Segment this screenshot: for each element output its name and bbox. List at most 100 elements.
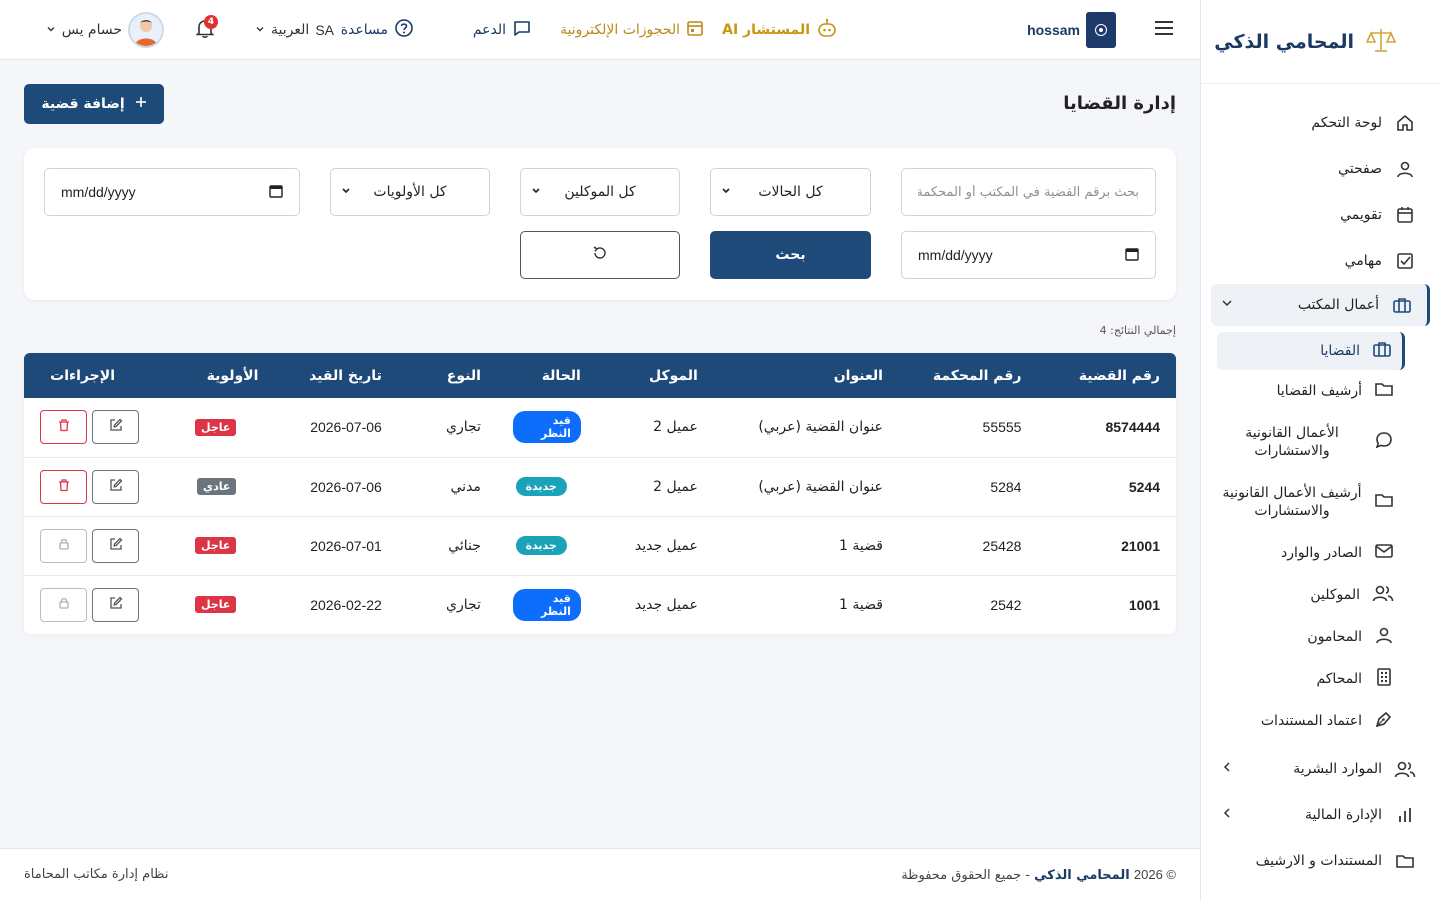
org-logo bbox=[1086, 12, 1116, 48]
sidebar-subitem-label: الموكلين bbox=[1310, 587, 1360, 603]
envelope-icon bbox=[1374, 541, 1394, 565]
sidebar-subitem-correspondence[interactable]: الصادر والوارد bbox=[1201, 532, 1440, 574]
folder-icon bbox=[1374, 379, 1394, 403]
sidebar-subitem-cases[interactable]: القضايا bbox=[1217, 332, 1405, 370]
sidebar-subitem-clients[interactable]: الموكلين bbox=[1201, 574, 1440, 616]
edit-button[interactable] bbox=[92, 469, 139, 504]
footer-system-name: نظام إدارة مكاتب المحاماة bbox=[24, 867, 169, 882]
status-select-value: كل الحالات bbox=[758, 184, 823, 200]
pen-nib-icon bbox=[1374, 709, 1394, 733]
user-icon bbox=[1394, 158, 1416, 180]
col-header-client[interactable]: الموكل bbox=[597, 353, 714, 398]
case-number[interactable]: 1001 bbox=[1037, 575, 1176, 634]
case-client: عميل جديد bbox=[634, 537, 698, 554]
edit-button[interactable] bbox=[92, 528, 139, 563]
trash-icon bbox=[57, 478, 71, 496]
sidebar-item-documents-archive[interactable]: المستندات و الارشيف bbox=[1201, 838, 1440, 884]
sidebar-subitem-courts[interactable]: المحاكم bbox=[1201, 658, 1440, 700]
sidebar-subitem-lawyers[interactable]: المحامون bbox=[1201, 616, 1440, 658]
col-header-type[interactable]: النوع bbox=[398, 353, 497, 398]
table-row[interactable]: 8574444 55555 عنوان القضية (عربي) عميل 2… bbox=[24, 398, 1176, 457]
case-number[interactable]: 21001 bbox=[1037, 516, 1176, 575]
sidebar-item-profile[interactable]: صفحتي bbox=[1201, 146, 1440, 192]
user-menu[interactable]: حسام يس bbox=[46, 0, 164, 60]
brand[interactable]: المحامي الذكي bbox=[1201, 0, 1440, 84]
folder-icon bbox=[1394, 850, 1416, 872]
status-badge: قيد النظر bbox=[512, 588, 581, 621]
sidebar-item-label: أعمال المكتب bbox=[1297, 297, 1379, 313]
date-from-input[interactable]: mm/dd/yyyy bbox=[44, 168, 300, 216]
col-header-date[interactable]: تاريخ القيد bbox=[274, 353, 397, 398]
sidebar-item-office-work[interactable]: أعمال المكتب bbox=[1211, 284, 1430, 326]
table-row[interactable]: 5244 5284 عنوان القضية (عربي) عميل 2 جدي… bbox=[24, 457, 1176, 516]
sidebar-item-label: مهامي bbox=[1344, 253, 1382, 269]
sidebar-subitem-legal-works-archive[interactable]: أرشيف الأعمال القانونية والاستشارات bbox=[1201, 472, 1440, 532]
add-case-button[interactable]: إضافة قضية bbox=[24, 84, 164, 124]
col-header-status[interactable]: الحالة bbox=[497, 353, 597, 398]
lock-icon bbox=[57, 537, 71, 555]
priority-select[interactable]: كل الأولويات bbox=[330, 168, 490, 216]
delete-button[interactable] bbox=[40, 410, 87, 445]
client-select[interactable]: كل الموكلين bbox=[520, 168, 680, 216]
chevron-left-icon bbox=[1221, 807, 1233, 823]
actions-cell bbox=[24, 457, 155, 516]
sidebar-subitem-doc-approval[interactable]: اعتماد المستندات bbox=[1201, 700, 1440, 742]
table-row[interactable]: 21001 25428 قضية 1 عميل جديد جديدة جنائي… bbox=[24, 516, 1176, 575]
ai-consultant-link[interactable]: المستشار AI bbox=[722, 0, 838, 60]
col-header-title[interactable]: العنوان bbox=[714, 353, 899, 398]
sidebar-item-finance[interactable]: الإدارة المالية bbox=[1201, 792, 1440, 838]
sidebar-subitem-label: أرشيف الأعمال القانونية والاستشارات bbox=[1222, 485, 1362, 519]
sidebar-subitem-legal-works[interactable]: الأعمال القانونية والاستشارات bbox=[1201, 412, 1440, 472]
locked-button[interactable] bbox=[40, 528, 87, 563]
actions-cell bbox=[24, 575, 155, 634]
date-to-input[interactable]: mm/dd/yyyy bbox=[901, 231, 1156, 279]
cases-table: رقم القضية رقم المحكمة العنوان الموكل ال… bbox=[24, 353, 1176, 634]
status-cell: قيد النظر bbox=[497, 575, 597, 634]
table-row[interactable]: 1001 2542 قضية 1 عميل جديد قيد النظر تجا… bbox=[24, 575, 1176, 634]
plus-icon bbox=[135, 96, 147, 112]
bookings-link[interactable]: الحجوزات الإلكترونية bbox=[560, 0, 704, 60]
search-button[interactable]: بحث bbox=[710, 231, 871, 279]
sidebar-subitem-cases-archive[interactable]: أرشيف القضايا bbox=[1201, 370, 1440, 412]
case-number[interactable]: 5244 bbox=[1037, 457, 1176, 516]
org-switcher[interactable]: hossam bbox=[1027, 0, 1116, 60]
support-label: الدعم bbox=[472, 22, 506, 38]
menu-toggle-button[interactable] bbox=[1154, 0, 1174, 60]
delete-button[interactable] bbox=[40, 469, 87, 504]
calendar-icon bbox=[1125, 247, 1139, 264]
status-cell: قيد النظر bbox=[497, 398, 597, 457]
language-selector[interactable]: SA العربية bbox=[255, 0, 334, 60]
case-client: عميل 2 bbox=[653, 478, 698, 495]
robot-icon bbox=[816, 18, 838, 42]
sidebar-subitem-label: القضايا bbox=[1320, 343, 1360, 359]
col-header-court-no[interactable]: رقم المحكمة bbox=[899, 353, 1038, 398]
footer-brand[interactable]: المحامي الذكي bbox=[1034, 868, 1130, 883]
col-header-priority[interactable]: الأولوية bbox=[155, 353, 274, 398]
support-link[interactable]: الدعم bbox=[473, 0, 532, 60]
edit-button[interactable] bbox=[92, 587, 139, 622]
actions-cell bbox=[24, 516, 155, 575]
sidebar-item-hr[interactable]: الموارد البشرية bbox=[1201, 746, 1440, 792]
status-badge: قيد النظر bbox=[512, 411, 581, 444]
sidebar-item-calendar[interactable]: تقويمي bbox=[1201, 192, 1440, 238]
notifications-button[interactable]: 4 bbox=[194, 0, 218, 60]
bar-chart-icon bbox=[1394, 804, 1416, 826]
home-icon bbox=[1394, 112, 1416, 134]
refresh-icon bbox=[592, 245, 608, 265]
locked-button[interactable] bbox=[40, 587, 87, 622]
case-number[interactable]: 8574444 bbox=[1037, 398, 1176, 457]
sidebar-item-label: تقويمي bbox=[1340, 207, 1382, 223]
col-header-case-no[interactable]: رقم القضية bbox=[1037, 353, 1176, 398]
edit-button[interactable] bbox=[92, 410, 139, 445]
search-input[interactable]: بحث برقم القضية في المكتب أو المحكمة bbox=[901, 168, 1156, 216]
sidebar-item-dashboard[interactable]: لوحة التحكم bbox=[1201, 100, 1440, 146]
reset-filters-button[interactable] bbox=[520, 231, 680, 279]
chevron-down-icon bbox=[255, 22, 265, 38]
briefcase-icon bbox=[1372, 339, 1392, 363]
sidebar-item-tasks[interactable]: مهامي bbox=[1201, 238, 1440, 284]
case-date: 2026-02-22 bbox=[310, 596, 382, 613]
status-select[interactable]: كل الحالات bbox=[710, 168, 871, 216]
help-link[interactable]: مساعدة bbox=[341, 0, 414, 60]
status-cell: جديدة bbox=[497, 457, 597, 516]
status-badge: جديدة bbox=[515, 536, 567, 555]
